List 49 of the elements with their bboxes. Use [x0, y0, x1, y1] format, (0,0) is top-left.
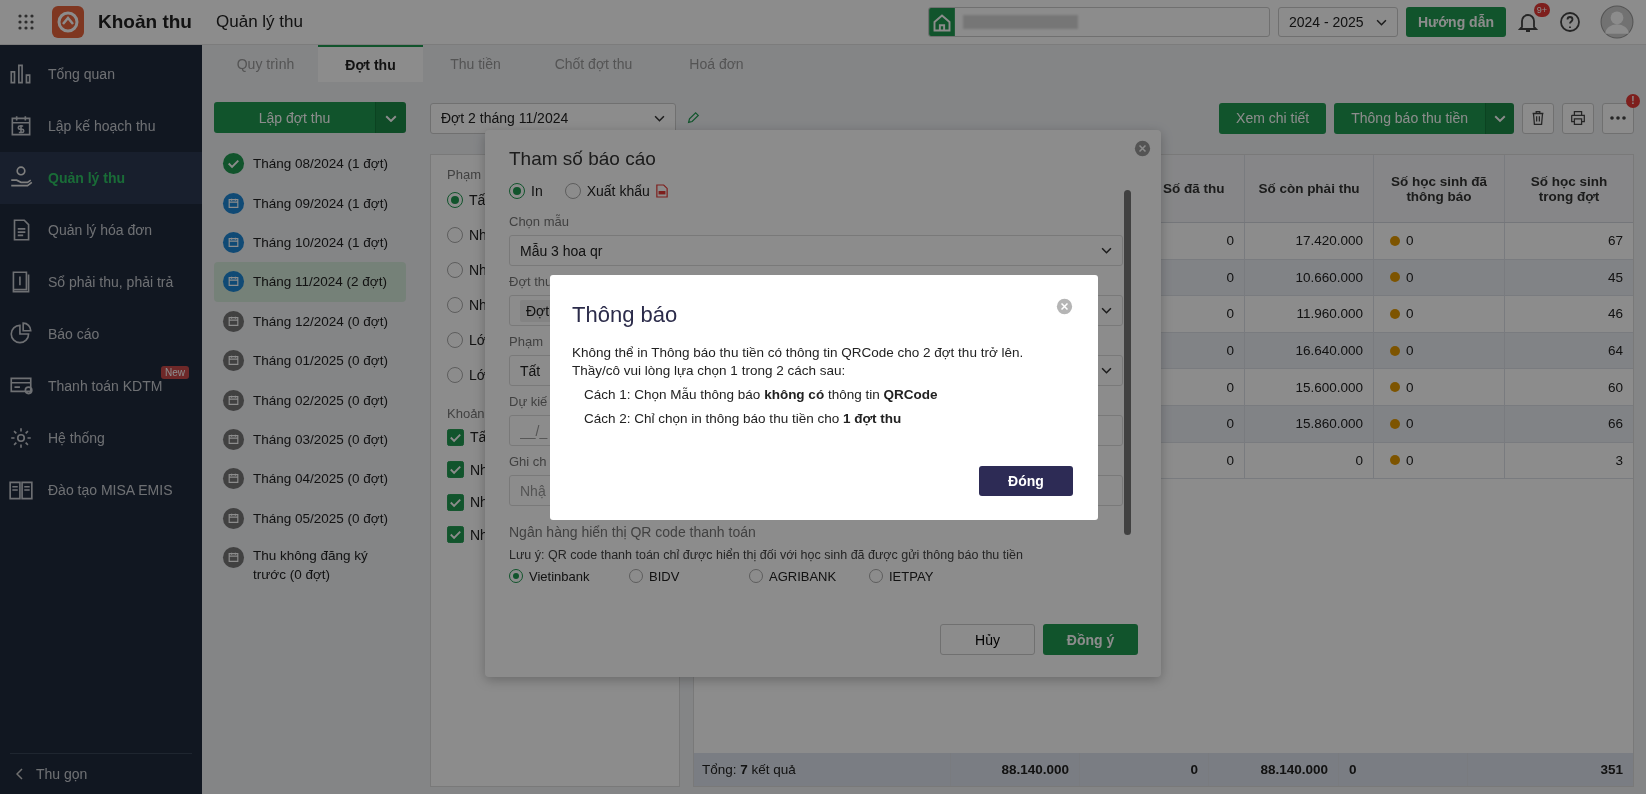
column-header: Số học sinh trong đợt — [1529, 172, 1609, 206]
field-label: Dự kiế — [509, 394, 548, 409]
table-cell: 0 — [1406, 269, 1414, 285]
option-text: Cách 1: Chọn Mẫu thông báo không có thông tin QRCode — [584, 386, 939, 404]
table-cell-text: 46 — [1606, 305, 1624, 324]
table-cell: 15.600.000 — [1245, 369, 1374, 405]
table-cell: 16.640.000 — [1245, 332, 1374, 369]
option-text: Cách 2: Chỉ chọn in thông báo thu tiền cho 1 đợt thu — [584, 410, 903, 428]
table-cell-text: 64 — [1606, 342, 1624, 361]
alert-badge: ! — [1626, 93, 1640, 108]
section-title: Ngân hàng hiển thị QR code thanh toán — [509, 524, 756, 540]
dialog-title: Thông báo — [572, 302, 678, 328]
field-label: Ghi ch — [509, 454, 547, 469]
new-badge: New — [161, 366, 189, 379]
field-label: Khoản — [447, 406, 485, 421]
table-cell-text: 45 — [1606, 268, 1624, 287]
total-cell: 88.140.000 — [1209, 753, 1339, 786]
field-label: Phạm — [509, 334, 543, 349]
message-text: Không thể in Thông báo thu tiền có thông tin QRCode cho 2 đợt thu trở lên. — [572, 344, 1025, 362]
table-cell: 0 — [1406, 379, 1414, 395]
column-header: Số còn phải thu — [1245, 155, 1374, 222]
table-cell: 0 — [1406, 233, 1414, 249]
total-cell: 0 — [1080, 753, 1209, 786]
total-cell-text: 351 — [1599, 761, 1624, 779]
table-cell-text: 60 — [1606, 378, 1624, 397]
table-cell: 0 — [1406, 343, 1414, 359]
total-label: Tổng: 7 kết quả — [694, 753, 951, 786]
table-cell: 0 — [1406, 306, 1414, 322]
table-cell: 10.660.000 — [1245, 259, 1374, 296]
table-cell: 15.860.000 — [1245, 405, 1374, 442]
field-label: Chọn mẫu — [509, 214, 569, 229]
total-cell: 0 — [1339, 753, 1468, 786]
message-text: Thầy/cô vui lòng lựa chọn 1 trong 2 cách sau: — [572, 362, 847, 380]
total-cell: 88.140.000 — [951, 753, 1080, 786]
column-header: Số học sinh đã thông báo — [1374, 155, 1505, 222]
table-cell-text: 3 — [1614, 451, 1624, 470]
field-label: Phạm — [447, 167, 481, 182]
table-cell-text: 67 — [1606, 232, 1624, 251]
app-name: Khoản thu — [98, 11, 193, 33]
note-text: Lưu ý: QR code thanh toán chỉ được hiển thị đối với học sinh đã được gửi thông báo thu tiền — [509, 548, 1023, 562]
table-cell-text: 66 — [1606, 415, 1624, 434]
dialog-title: Tham số báo cáo — [509, 148, 656, 170]
table-cell: 17.420.000 — [1245, 223, 1374, 259]
page-title: Quản lý thu — [216, 12, 303, 32]
table-cell: 0 — [1245, 442, 1374, 479]
table-cell: 0 — [1406, 452, 1414, 468]
notification-badge: 9+ — [1533, 3, 1550, 17]
table-cell: 11.960.000 — [1245, 296, 1374, 332]
table-cell: 0 — [1406, 416, 1414, 432]
